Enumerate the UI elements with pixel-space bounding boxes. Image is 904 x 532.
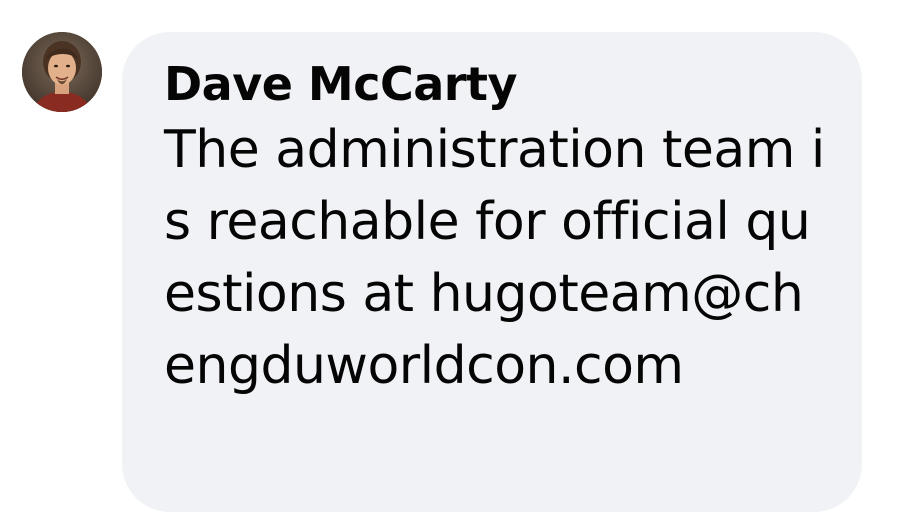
comment-author[interactable]: Dave McCarty — [164, 56, 832, 112]
profile-photo-icon — [22, 32, 102, 112]
comment-bubble: Dave McCarty The administration team is … — [122, 32, 862, 512]
avatar[interactable] — [22, 32, 102, 112]
comment-text: The administration team is reachable for… — [164, 120, 825, 396]
comment: Dave McCarty The administration team is … — [0, 0, 904, 532]
